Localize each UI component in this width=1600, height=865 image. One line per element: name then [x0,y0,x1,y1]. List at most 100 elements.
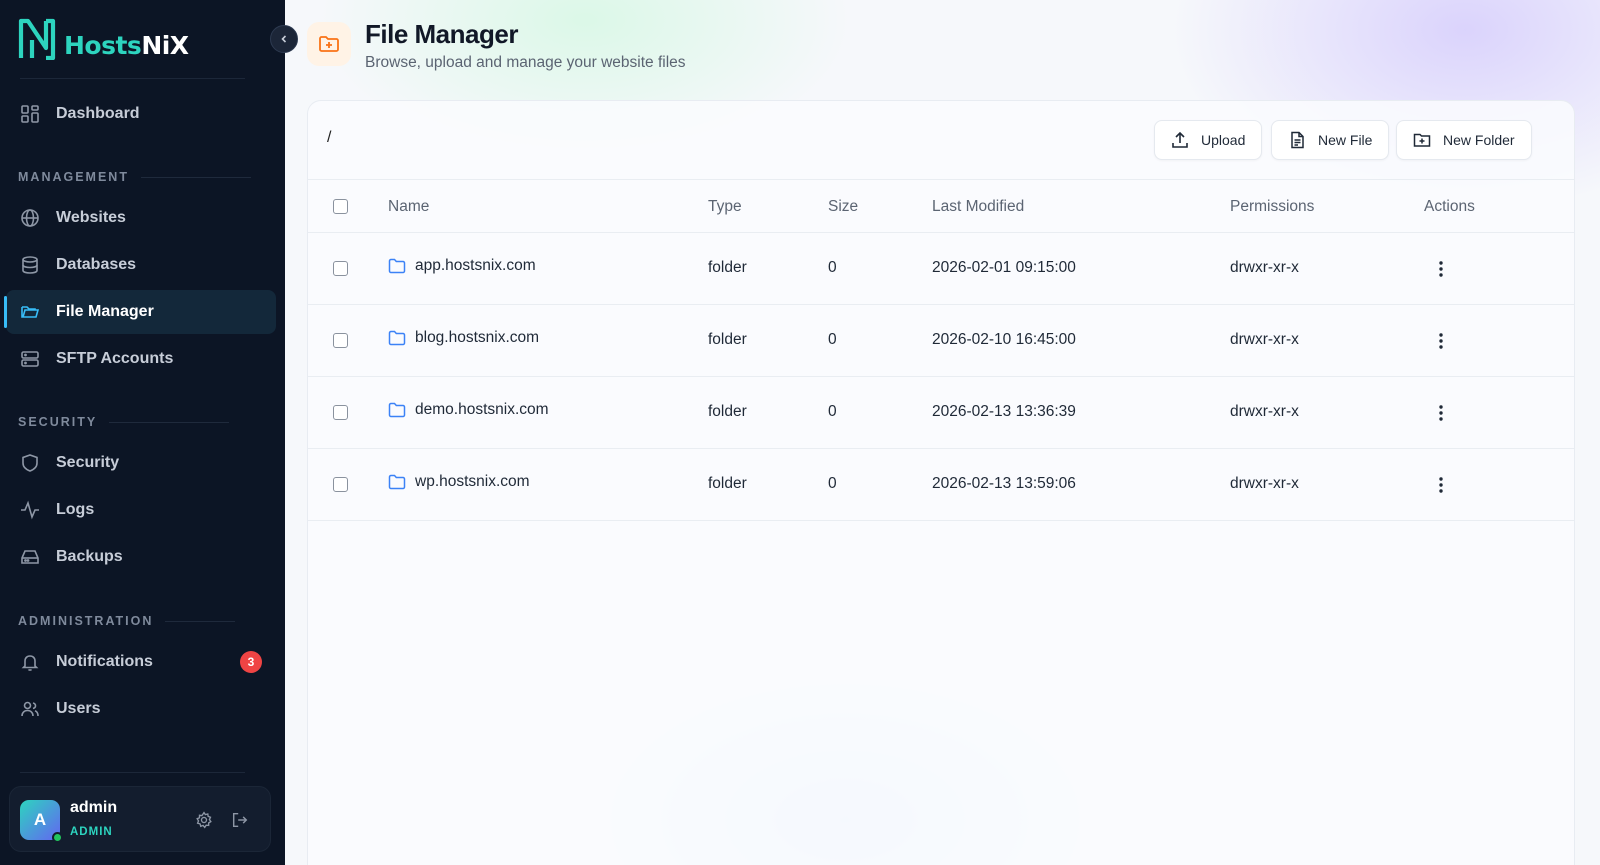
row-actions-more-icon[interactable] [1431,257,1451,281]
main-content: File Manager Browse, upload and manage y… [285,0,1600,865]
file-name: app.hostsnix.com [415,257,536,274]
sidebar-item-notifications[interactable]: Notifications 3 [6,640,276,684]
server-icon [18,347,42,371]
file-last-modified: 2026-02-13 13:59:06 [932,475,1076,492]
file-type: folder [708,259,747,276]
sidebar-item-label: Logs [56,501,95,518]
sidebar-item-databases[interactable]: Databases [6,243,276,287]
file-last-modified: 2026-02-13 13:36:39 [932,403,1076,420]
sidebar-item-file-manager[interactable]: File Manager [4,290,276,334]
upload-button[interactable]: Upload [1154,120,1263,160]
section-label-administration: ADMINISTRATION [18,614,236,628]
online-status-dot [52,832,63,843]
new-file-button[interactable]: New File [1271,120,1390,160]
row-actions-more-icon[interactable] [1431,401,1451,425]
row-checkbox[interactable] [333,477,348,492]
sidebar-item-label: Dashboard [56,105,140,122]
column-header-type[interactable]: Type [708,198,742,216]
file-size: 0 [828,331,837,348]
row-actions-more-icon[interactable] [1431,473,1451,497]
sidebar-item-label: Security [56,454,120,471]
column-header-last-modified[interactable]: Last Modified [932,198,1024,216]
sidebar-item-label: SFTP Accounts [56,350,174,367]
sidebar-item-label: Backups [56,548,123,565]
sidebar-item-label: Databases [56,256,137,273]
folder-icon [388,258,406,274]
section-label-management: MANAGEMENT [18,170,251,184]
database-icon [18,253,42,277]
user-name: admin [70,799,118,816]
sidebar-item-label: File Manager [56,303,154,320]
sidebar-item-users[interactable]: Users [6,687,276,731]
users-icon [18,697,42,721]
new-folder-button[interactable]: New Folder [1396,120,1532,160]
table-row[interactable]: wp.hostsnix.com folder 0 2026-02-13 13:5… [308,449,1574,521]
file-permissions: drwxr-xr-x [1230,475,1299,492]
current-path[interactable]: / [327,129,331,147]
sidebar-item-backups[interactable]: Backups [6,535,276,579]
notifications-count-badge: 3 [240,651,262,673]
new-folder-label: New Folder [1443,132,1515,148]
folder-icon [388,402,406,418]
sidebar-item-dashboard[interactable]: Dashboard [6,92,276,136]
file-size: 0 [828,475,837,492]
file-name-cell[interactable]: demo.hostsnix.com [388,401,549,419]
row-checkbox[interactable] [333,405,348,420]
sidebar-divider [20,772,245,773]
column-header-size[interactable]: Size [828,198,858,216]
table-row[interactable]: demo.hostsnix.com folder 0 2026-02-13 13… [308,377,1574,449]
sidebar-item-sftp-accounts[interactable]: SFTP Accounts [6,337,276,381]
logout-icon[interactable] [229,809,251,831]
row-actions-more-icon[interactable] [1431,329,1451,353]
row-checkbox[interactable] [333,261,348,276]
folder-open-icon [18,300,42,324]
user-card: A admin ADMIN [9,786,271,852]
file-type: folder [708,403,747,420]
table-row[interactable]: blog.hostsnix.com folder 0 2026-02-10 16… [308,305,1574,377]
page-subtitle: Browse, upload and manage your website f… [365,54,686,71]
page-title: File Manager [365,19,518,49]
sidebar-item-websites[interactable]: Websites [6,196,276,240]
column-header-actions: Actions [1424,198,1475,215]
sidebar-item-security[interactable]: Security [6,441,276,485]
file-permissions: drwxr-xr-x [1230,403,1299,420]
bell-icon [18,650,42,674]
row-checkbox[interactable] [333,333,348,348]
column-header-permissions[interactable]: Permissions [1230,198,1314,216]
file-name: blog.hostsnix.com [415,329,540,346]
file-type: folder [708,331,747,348]
sidebar-item-label: Websites [56,209,126,226]
file-name-cell[interactable]: wp.hostsnix.com [388,473,530,491]
file-name: demo.hostsnix.com [415,401,549,418]
shield-icon [18,451,42,475]
folder-icon [388,330,406,346]
table-header: Name Type Size Last Modified Permissions… [308,179,1574,233]
brand-name: HostsNiX [64,31,189,60]
user-role: ADMIN [70,826,113,838]
file-size: 0 [828,403,837,420]
file-name: wp.hostsnix.com [415,473,530,490]
sidebar-divider [20,78,245,79]
file-size: 0 [828,259,837,276]
folder-plus-icon [307,22,351,66]
file-name-cell[interactable]: app.hostsnix.com [388,257,536,275]
file-manager-panel: / Upload New File New Folder Name Type S… [307,100,1575,865]
file-permissions: drwxr-xr-x [1230,259,1299,276]
globe-icon [18,206,42,230]
settings-gear-icon[interactable] [193,809,215,831]
sidebar-item-logs[interactable]: Logs [6,488,276,532]
folder-icon [388,474,406,490]
sidebar-collapse-button[interactable] [270,25,298,53]
file-name-cell[interactable]: blog.hostsnix.com [388,329,539,347]
table-row[interactable]: app.hostsnix.com folder 0 2026-02-01 09:… [308,233,1574,305]
column-header-name[interactable]: Name [388,198,429,216]
select-all-checkbox[interactable] [333,199,348,214]
brand-logo[interactable]: HostsNiX [18,16,189,60]
file-text-icon [1288,131,1306,149]
sidebar: HostsNiX Dashboard MANAGEMENT Websites D… [0,0,285,865]
folder-plus-icon [1413,131,1431,149]
dashboard-icon [18,102,42,126]
file-last-modified: 2026-02-01 09:15:00 [932,259,1076,276]
logo-mark-icon [18,18,56,60]
file-type: folder [708,475,747,492]
